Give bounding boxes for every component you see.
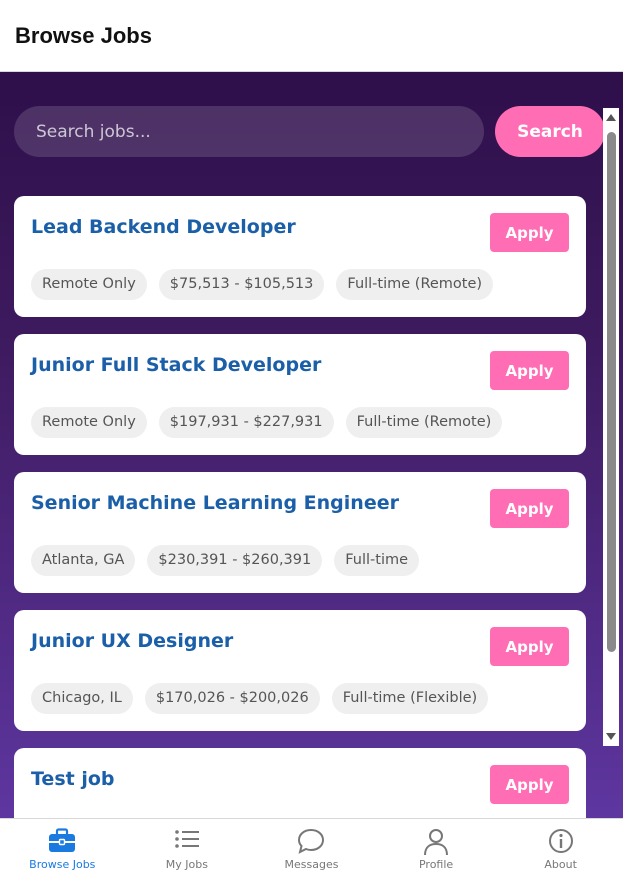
location-tag: Atlanta, GA bbox=[31, 545, 136, 576]
bottom-nav: Browse Jobs My Jobs Messages Profile Abo… bbox=[0, 818, 623, 875]
salary-tag: $75,513 - $105,513 bbox=[158, 269, 325, 300]
job-card[interactable]: Test job Apply bbox=[14, 748, 586, 818]
apply-button[interactable]: Apply bbox=[490, 351, 569, 390]
nav-label: About bbox=[544, 858, 577, 871]
app-header: Browse Jobs bbox=[0, 0, 623, 72]
nav-label: Profile bbox=[418, 858, 454, 871]
job-title[interactable]: Junior Full Stack Developer bbox=[31, 354, 321, 376]
job-card[interactable]: Lead Backend Developer Apply Remote Only… bbox=[14, 196, 586, 317]
salary-tag: $170,026 - $200,026 bbox=[144, 683, 320, 714]
job-tags: Chicago, IL $170,026 - $200,026 Full-tim… bbox=[31, 683, 489, 714]
scrollbar-thumb[interactable] bbox=[607, 132, 616, 652]
apply-button[interactable]: Apply bbox=[490, 627, 569, 666]
job-card[interactable]: Senior Machine Learning Engineer Apply A… bbox=[14, 472, 586, 593]
job-title[interactable]: Junior UX Designer bbox=[31, 630, 233, 652]
location-tag: Remote Only bbox=[31, 269, 147, 300]
search-button[interactable]: Search bbox=[495, 106, 605, 157]
briefcase-icon bbox=[48, 828, 76, 858]
job-title[interactable]: Senior Machine Learning Engineer bbox=[31, 492, 399, 514]
nav-item-browse-jobs[interactable]: Browse Jobs bbox=[0, 819, 125, 875]
scroll-up-arrow-icon[interactable] bbox=[606, 114, 616, 121]
employment-type-tag: Full-time bbox=[334, 545, 420, 576]
job-tags: Remote Only $197,931 - $227,931 Full-tim… bbox=[31, 407, 503, 438]
job-card[interactable]: Junior Full Stack Developer Apply Remote… bbox=[14, 334, 586, 455]
list-icon bbox=[174, 828, 200, 854]
page-title: Browse Jobs bbox=[15, 22, 152, 48]
nav-label: Messages bbox=[284, 858, 339, 871]
job-list[interactable]: Lead Backend Developer Apply Remote Only… bbox=[14, 196, 586, 818]
employment-type-tag: Full-time (Remote) bbox=[345, 407, 503, 438]
location-tag: Chicago, IL bbox=[31, 683, 133, 714]
main-content: Search Lead Backend Developer Apply Remo… bbox=[0, 72, 623, 818]
nav-label: My Jobs bbox=[165, 858, 208, 871]
info-icon bbox=[548, 828, 574, 858]
apply-button[interactable]: Apply bbox=[490, 765, 569, 804]
location-tag: Remote Only bbox=[31, 407, 147, 438]
scroll-down-arrow-icon[interactable] bbox=[606, 733, 616, 740]
search-bar: Search bbox=[14, 106, 605, 157]
salary-tag: $230,391 - $260,391 bbox=[147, 545, 323, 576]
salary-tag: $197,931 - $227,931 bbox=[158, 407, 334, 438]
scrollbar[interactable] bbox=[603, 108, 619, 746]
nav-item-about[interactable]: About bbox=[498, 819, 623, 875]
user-icon bbox=[423, 828, 449, 860]
job-card[interactable]: Junior UX Designer Apply Chicago, IL $17… bbox=[14, 610, 586, 731]
job-tags: Atlanta, GA $230,391 - $260,391 Full-tim… bbox=[31, 545, 420, 576]
apply-button[interactable]: Apply bbox=[490, 489, 569, 528]
job-title[interactable]: Lead Backend Developer bbox=[31, 216, 296, 238]
search-input[interactable] bbox=[14, 106, 484, 157]
employment-type-tag: Full-time (Remote) bbox=[336, 269, 494, 300]
nav-item-messages[interactable]: Messages bbox=[249, 819, 374, 875]
employment-type-tag: Full-time (Flexible) bbox=[331, 683, 489, 714]
nav-label: Browse Jobs bbox=[29, 858, 96, 871]
apply-button[interactable]: Apply bbox=[490, 213, 569, 252]
job-title[interactable]: Test job bbox=[31, 768, 115, 790]
nav-item-profile[interactable]: Profile bbox=[374, 819, 499, 875]
chat-icon bbox=[297, 828, 325, 858]
job-tags: Remote Only $75,513 - $105,513 Full-time… bbox=[31, 269, 494, 300]
nav-item-my-jobs[interactable]: My Jobs bbox=[125, 819, 250, 875]
